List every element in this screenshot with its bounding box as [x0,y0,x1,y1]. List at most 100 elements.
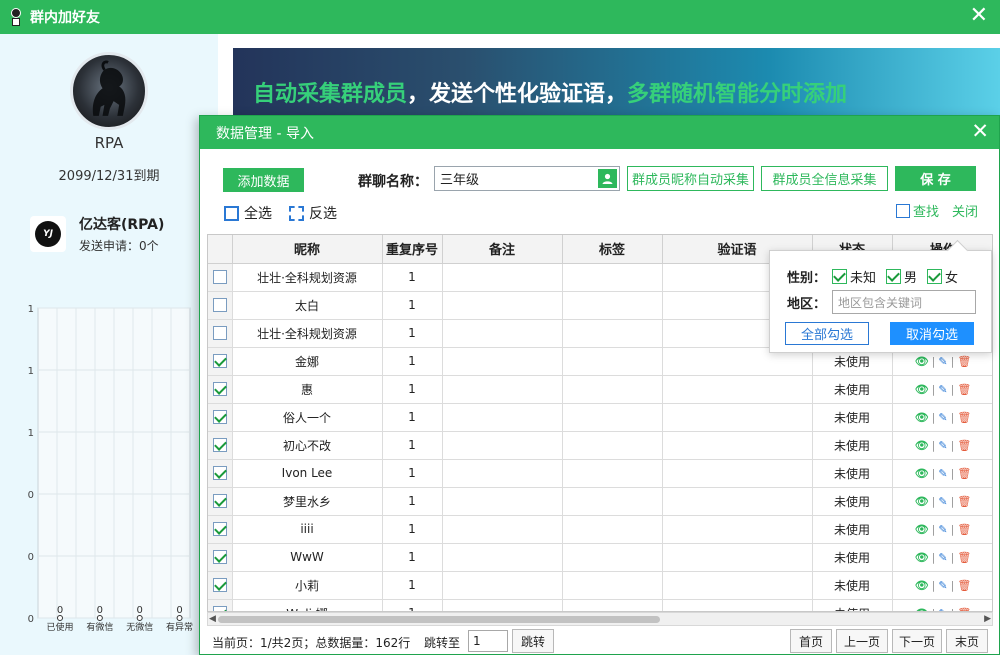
gender-female-checkbox[interactable]: 女 [927,267,958,286]
scrollbar-thumb[interactable] [218,616,660,623]
row-checkbox-cell[interactable] [208,291,233,320]
table-row[interactable]: 惠 1 未使用 👁 | ✎ | 🗑 [208,375,992,404]
scroll-left-icon[interactable]: ◀ [209,613,216,625]
view-icon[interactable]: 👁 [915,579,929,592]
edit-icon[interactable]: ✎ [938,523,947,536]
edit-icon[interactable]: ✎ [938,355,947,368]
delete-icon[interactable]: 🗑 [957,523,971,536]
collect-nickname-button[interactable]: 群成员昵称自动采集 [627,166,754,191]
dialog-close-icon[interactable]: ✕ [971,119,989,143]
row-checkbox-cell[interactable] [208,515,233,544]
add-data-button[interactable]: 添加数据 [223,168,304,192]
delete-icon[interactable]: 🗑 [957,551,971,564]
row-checkbox-cell[interactable] [208,543,233,572]
delete-icon[interactable]: 🗑 [957,355,971,368]
delete-icon[interactable]: 🗑 [957,383,971,396]
delete-icon[interactable]: 🗑 [957,467,971,480]
row-checkbox[interactable] [212,522,227,537]
table-row[interactable]: 俗人一个 1 未使用 👁 | ✎ | 🗑 [208,403,992,432]
view-icon[interactable]: 👁 [915,467,929,480]
row-checkbox-cell[interactable] [208,431,233,460]
region-label: 地区： [787,296,827,312]
row-checkbox-cell[interactable] [208,263,233,292]
prev-page-button[interactable]: 上一页 [836,629,888,653]
table-row[interactable]: 初心不改 1 未使用 👁 | ✎ | 🗑 [208,431,992,460]
expire-date: 2099/12/31到期 [58,169,160,184]
row-checkbox-cell[interactable] [208,571,233,600]
view-icon[interactable]: 👁 [915,495,929,508]
next-page-button[interactable]: 下一页 [892,629,942,653]
row-checkbox[interactable] [212,410,227,425]
select-all-link[interactable]: 全选 [224,203,272,223]
row-checkbox-cell[interactable] [208,487,233,516]
delete-icon[interactable]: 🗑 [957,411,971,424]
find-link[interactable]: 查找 [896,201,939,220]
row-checkbox[interactable] [212,578,227,593]
table-row[interactable]: WwW 1 未使用 👁 | ✎ | 🗑 [208,543,992,572]
row-checkbox[interactable] [212,298,227,313]
chart-y-tick: 1 [28,366,34,377]
delete-icon[interactable]: 🗑 [957,495,971,508]
first-page-button[interactable]: 首页 [790,629,832,653]
edit-icon[interactable]: ✎ [938,579,947,592]
close-icon[interactable]: ✕ [970,4,988,28]
row-checkbox-cell[interactable] [208,375,233,404]
close-filter-link[interactable]: 关闭 [952,201,978,220]
view-icon[interactable]: 👁 [915,383,929,396]
dialog-titlebar: 数据管理 - 导入 ✕ [200,116,999,149]
edit-icon[interactable]: ✎ [938,383,947,396]
table-row[interactable]: Ivon Lee 1 未使用 👁 | ✎ | 🗑 [208,459,992,488]
col-tag[interactable]: 标签 [562,235,663,264]
table-row[interactable]: Wuli 娜1 未使用👁|✎|🗑 [208,599,992,611]
view-icon[interactable]: 👁 [915,523,929,536]
last-page-button[interactable]: 末页 [946,629,988,653]
row-checkbox-cell[interactable] [208,319,233,348]
table-row[interactable]: iiii 1 未使用 👁 | ✎ | 🗑 [208,515,992,544]
gender-unknown-checkbox[interactable]: 未知 [832,267,876,286]
group-name-input[interactable]: 三年级 [434,166,620,191]
col-dup[interactable]: 重复序号 [382,235,443,264]
edit-icon[interactable]: ✎ [938,467,947,480]
row-checkbox[interactable] [212,438,227,453]
jump-button[interactable]: 跳转 [512,629,554,653]
jump-page-input[interactable]: 1 [468,630,508,652]
row-checkbox[interactable] [212,550,227,565]
table-row[interactable]: 梦里水乡 1 未使用 👁 | ✎ | 🗑 [208,487,992,516]
avatar[interactable] [70,52,148,130]
divider: | [931,467,936,480]
view-icon[interactable]: 👁 [915,551,929,564]
row-checkbox[interactable] [212,270,227,285]
row-checkbox[interactable] [212,326,227,341]
row-checkbox[interactable] [212,494,227,509]
collect-full-info-button[interactable]: 群成员全信息采集 [761,166,888,191]
row-checkbox[interactable] [212,382,227,397]
col-note[interactable]: 备注 [442,235,563,264]
col-nickname[interactable]: 昵称 [232,235,383,264]
row-checkbox[interactable] [212,354,227,369]
view-icon[interactable]: 👁 [915,355,929,368]
edit-icon[interactable]: ✎ [938,495,947,508]
scroll-right-icon[interactable]: ▶ [984,613,991,625]
gender-male-checkbox[interactable]: 男 [886,267,917,286]
save-button[interactable]: 保 存 [895,166,976,191]
edit-icon[interactable]: ✎ [938,439,947,452]
view-icon[interactable]: 👁 [915,439,929,452]
divider: | [931,579,936,592]
edit-icon[interactable]: ✎ [938,551,947,564]
contact-picker-icon[interactable] [598,169,617,188]
row-checkbox-cell[interactable] [208,347,233,376]
row-checkbox-cell[interactable] [208,599,233,611]
delete-icon[interactable]: 🗑 [957,439,971,452]
row-checkbox-cell[interactable] [208,403,233,432]
region-input[interactable]: 地区包含关键词 [832,290,977,314]
invert-select-link[interactable]: 反选 [289,203,337,223]
deselect-filter-button[interactable]: 取消勾选 [890,322,974,345]
table-row[interactable]: 小莉 1 未使用 👁 | ✎ | 🗑 [208,571,992,600]
view-icon[interactable]: 👁 [915,411,929,424]
row-checkbox-cell[interactable] [208,459,233,488]
select-all-filter-button[interactable]: 全部勾选 [785,322,869,345]
edit-icon[interactable]: ✎ [938,411,947,424]
row-checkbox[interactable] [212,466,227,481]
delete-icon[interactable]: 🗑 [957,579,971,592]
horizontal-scrollbar[interactable]: ◀ ▶ [207,612,993,626]
